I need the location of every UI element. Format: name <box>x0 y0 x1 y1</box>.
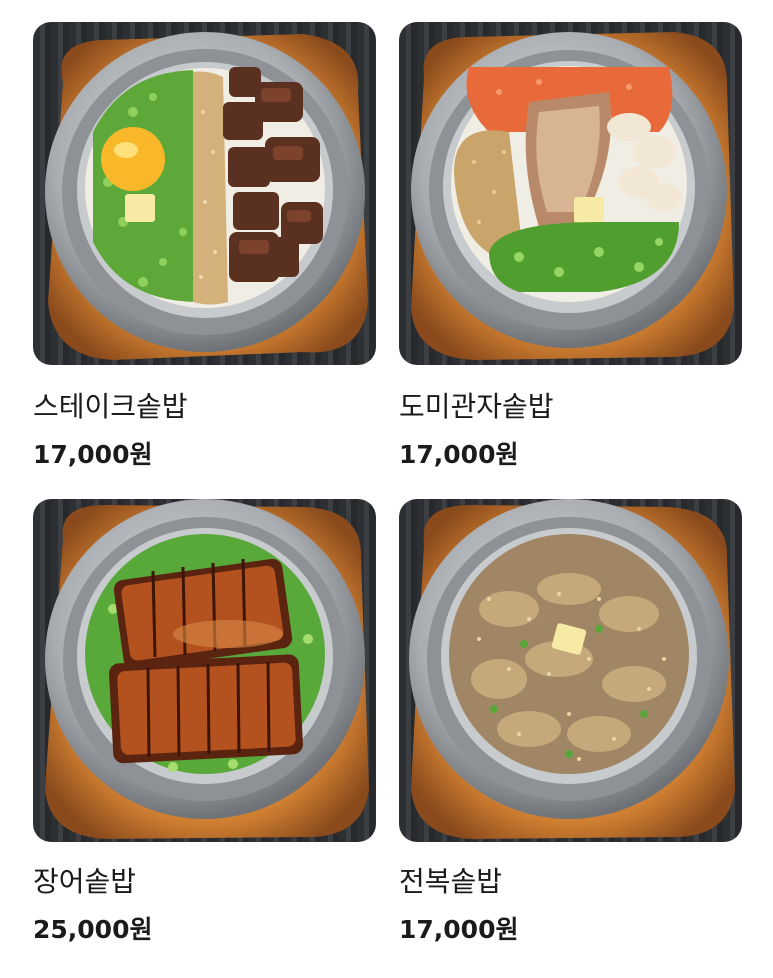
steak-rice-pot-photo[interactable] <box>33 22 376 365</box>
abalone-rice-pot-photo[interactable] <box>399 499 742 842</box>
sea-bream-scallop-rice-pot-photo[interactable] <box>399 22 742 365</box>
sea-bream-scallop-rice-pot-illustration <box>411 32 734 360</box>
menu-card-steak[interactable]: 스테이크솥밥 17,000원 <box>33 22 376 471</box>
menu-item-name: 장어솥밥 <box>33 865 137 898</box>
menu-item-price: 17,000원 <box>399 440 519 469</box>
menu-card-sea-bream-scallop[interactable]: 도미관자솥밥 17,000원 <box>399 22 742 471</box>
menu-item-name: 스테이크솥밥 <box>33 390 188 423</box>
menu-item-name: 전복솥밥 <box>399 865 503 898</box>
menu-item-price: 17,000원 <box>33 440 153 469</box>
steak-rice-pot-illustration <box>45 32 368 360</box>
menu-item-price: 17,000원 <box>399 915 519 944</box>
menu-card-abalone[interactable]: 전복솥밥 17,000원 <box>399 499 742 946</box>
menu-item-name: 도미관자솥밥 <box>399 390 554 423</box>
menu-card-eel[interactable]: 장어솥밥 25,000원 <box>33 499 376 946</box>
menu-item-price: 25,000원 <box>33 915 153 944</box>
eel-rice-pot-illustration <box>45 499 369 839</box>
abalone-rice-pot-illustration <box>409 499 735 839</box>
eel-rice-pot-photo[interactable] <box>33 499 376 842</box>
